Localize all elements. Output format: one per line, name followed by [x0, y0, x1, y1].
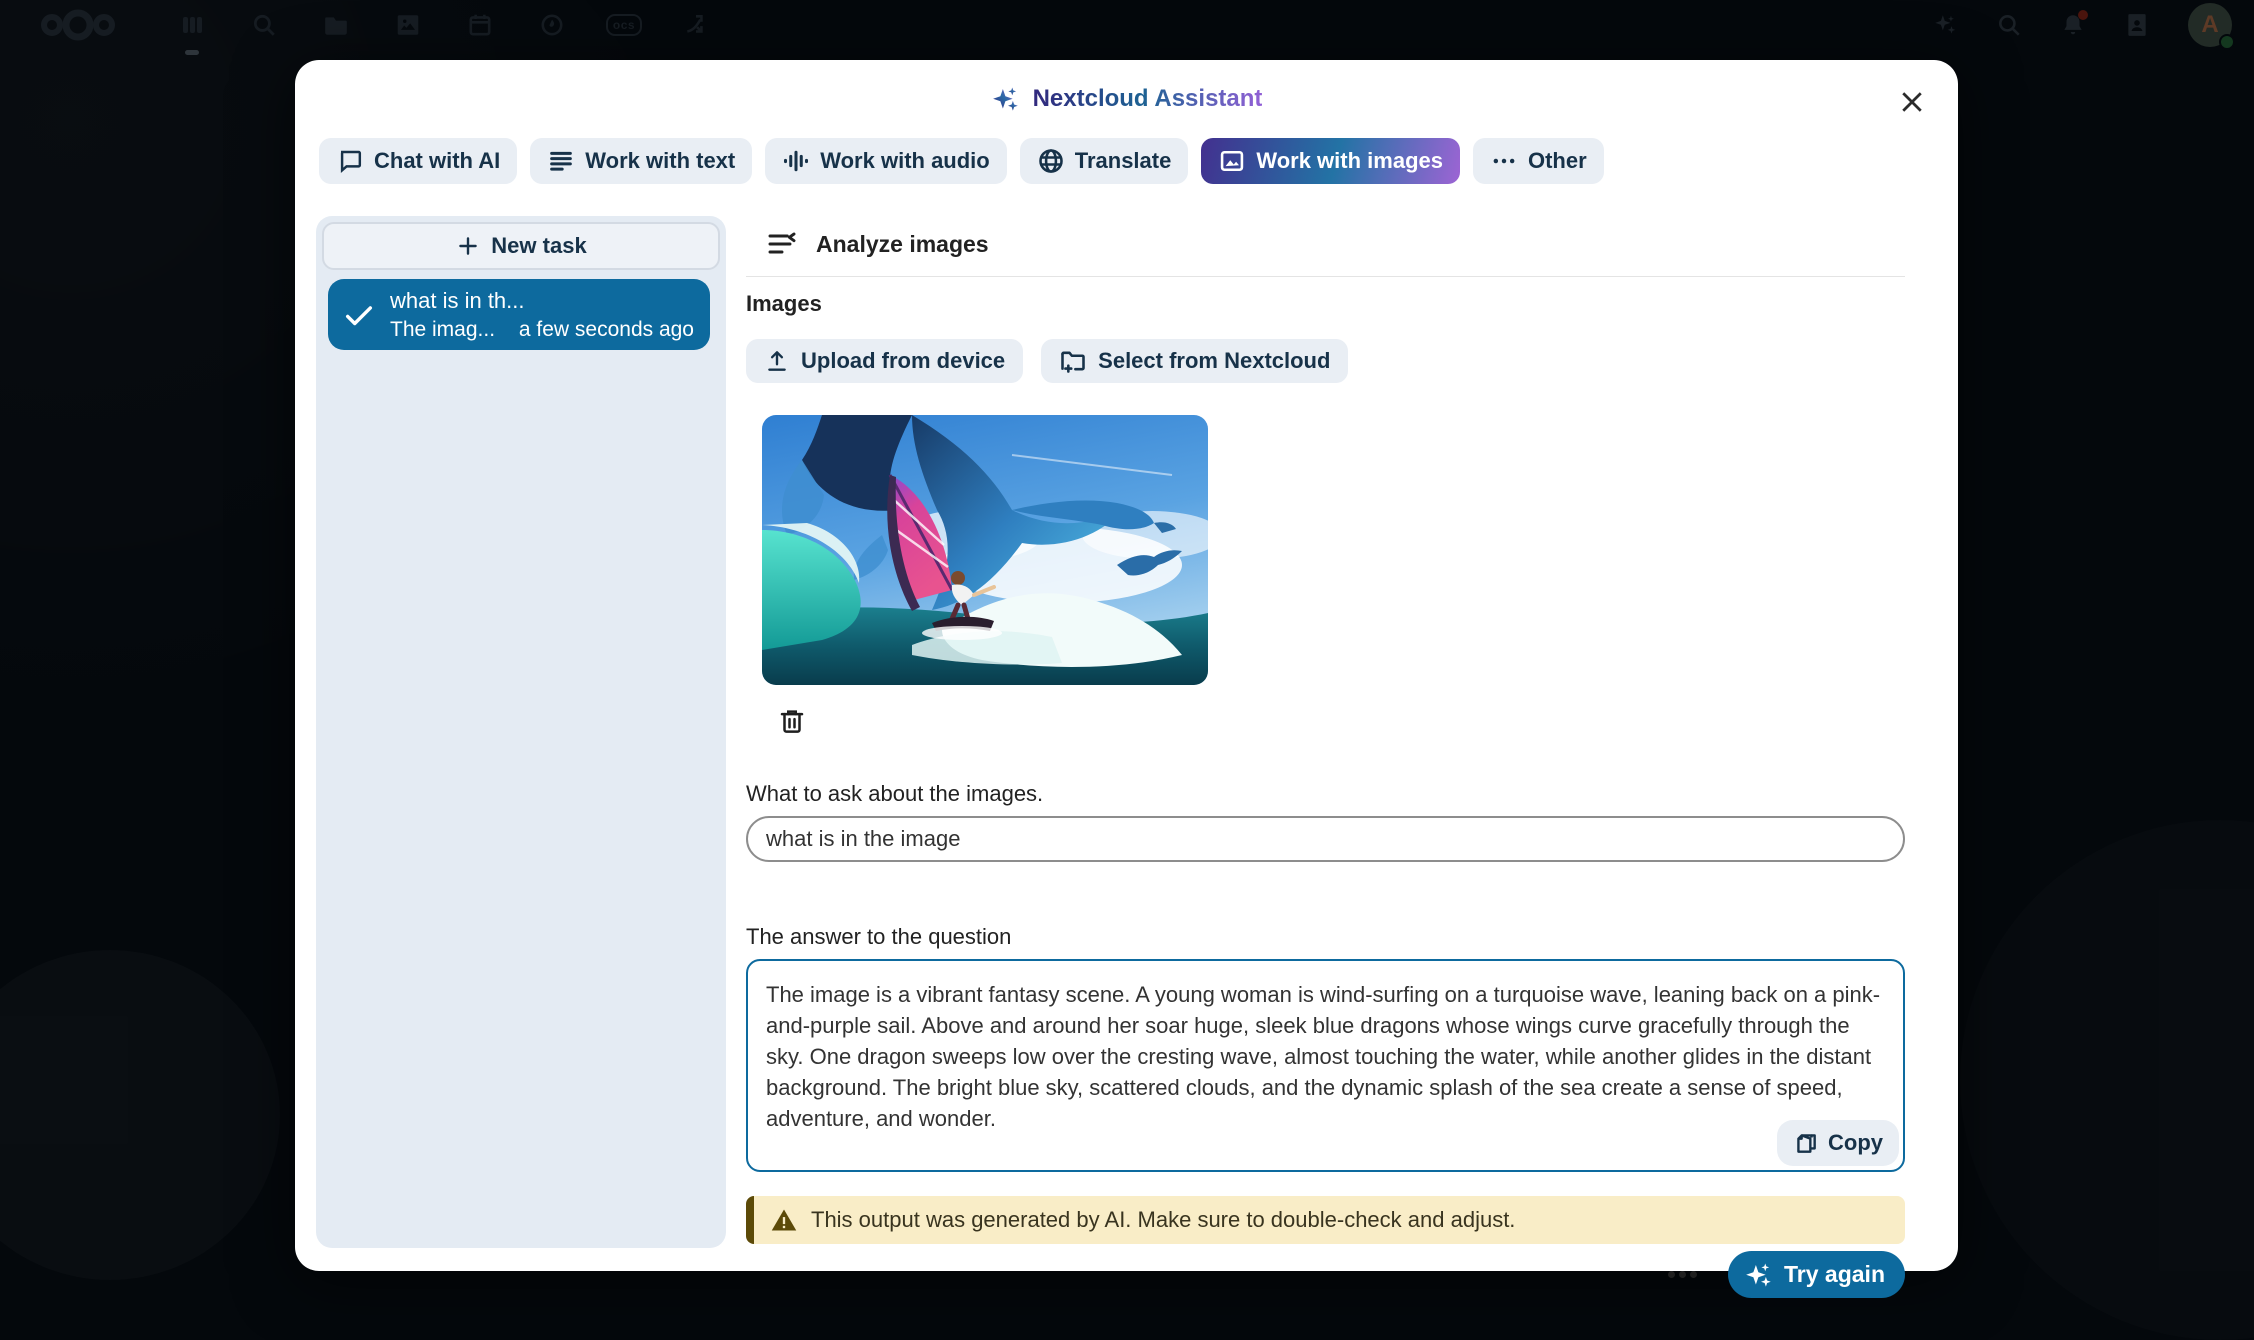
close-icon[interactable]	[1892, 82, 1932, 122]
folder-plus-icon	[1059, 347, 1087, 375]
avatar[interactable]: A	[2188, 3, 2232, 47]
task-subtitle: The imag...	[390, 316, 495, 344]
tab-label: Work with images	[1256, 148, 1443, 174]
contacts-icon[interactable]	[2124, 12, 2150, 38]
dashboard-grid-icon[interactable]	[178, 11, 206, 39]
tab-translate[interactable]: Translate	[1020, 138, 1189, 184]
try-again-label: Try again	[1784, 1261, 1885, 1288]
upload-from-device-button[interactable]: Upload from device	[746, 339, 1023, 383]
task-content-panel: Analyze images Images Upload from device	[746, 216, 1905, 1298]
ocs-badge-icon[interactable]: ocs	[610, 11, 638, 39]
top-header-bar: ocs	[0, 0, 2254, 50]
warning-text: This output was generated by AI. Make su…	[811, 1207, 1515, 1233]
task-history-sidebar: New task what is in th... The imag... a …	[316, 216, 726, 1248]
image-icon	[1218, 147, 1246, 175]
tab-chat-with-ai[interactable]: Chat with AI	[319, 138, 517, 184]
tab-label: Translate	[1075, 148, 1172, 174]
ai-warning-banner: This output was generated by AI. Make su…	[746, 1196, 1905, 1244]
answer-output-box[interactable]: The image is a vibrant fantasy scene. A …	[746, 959, 1905, 1172]
dialog-title: Nextcloud Assistant	[991, 84, 1263, 114]
copy-icon	[1793, 1130, 1819, 1156]
task-list-item[interactable]: what is in th... The imag... a few secon…	[328, 279, 710, 350]
calendar-icon[interactable]	[466, 11, 494, 39]
notifications-bell-icon[interactable]	[2060, 12, 2086, 38]
images-label: Images	[746, 291, 1905, 317]
dialog-header: Nextcloud Assistant	[295, 60, 1958, 138]
new-task-label: New task	[491, 233, 586, 259]
assistant-sparkle-icon	[991, 84, 1021, 114]
share-icon[interactable]	[682, 11, 710, 39]
task-title: what is in th...	[390, 286, 694, 316]
dialog-title-text: Nextcloud Assistant	[1033, 85, 1263, 113]
more-options-icon[interactable]	[1660, 1253, 1704, 1297]
avatar-letter: A	[2201, 11, 2218, 39]
delete-image-icon[interactable]	[772, 701, 812, 741]
background-circle	[0, 950, 280, 1280]
question-label: What to ask about the images.	[746, 781, 1905, 807]
notification-dot	[2078, 10, 2088, 20]
avatar-status-badge	[2219, 34, 2235, 50]
search-icon[interactable]	[250, 11, 278, 39]
tab-other[interactable]: Other	[1473, 138, 1604, 184]
tab-label: Chat with AI	[374, 148, 500, 174]
tab-work-with-audio[interactable]: Work with audio	[765, 138, 1006, 184]
select-from-nextcloud-button[interactable]: Select from Nextcloud	[1041, 339, 1348, 383]
question-input[interactable]	[746, 816, 1905, 862]
section-title: Analyze images	[816, 231, 989, 258]
select-label: Select from Nextcloud	[1098, 348, 1330, 374]
background-circle	[1960, 820, 2254, 1340]
tab-work-with-images[interactable]: Work with images	[1201, 138, 1460, 184]
copy-label: Copy	[1828, 1130, 1883, 1156]
upload-icon	[764, 348, 790, 374]
answer-text: The image is a vibrant fantasy scene. A …	[748, 961, 1903, 1134]
waveform-icon	[782, 147, 810, 175]
globe-icon	[1037, 147, 1065, 175]
copy-button[interactable]: Copy	[1777, 1120, 1899, 1166]
nextcloud-logo-icon[interactable]	[40, 8, 116, 42]
assistant-sparkle-icon[interactable]	[1932, 12, 1958, 38]
try-again-button[interactable]: Try again	[1728, 1251, 1905, 1298]
tab-label: Work with audio	[820, 148, 989, 174]
active-app-indicator	[185, 50, 199, 55]
answer-label: The answer to the question	[746, 924, 1905, 950]
assistant-dialog: Nextcloud Assistant Chat with AI Work wi…	[295, 60, 1958, 1271]
tab-work-with-text[interactable]: Work with text	[530, 138, 752, 184]
upload-label: Upload from device	[801, 348, 1005, 374]
tab-label: Other	[1528, 148, 1587, 174]
task-category-tabs: Chat with AI Work with text Work with au…	[319, 138, 1958, 184]
photos-icon[interactable]	[394, 11, 422, 39]
chat-icon	[336, 147, 364, 175]
uploaded-image-thumbnail[interactable]	[762, 415, 1208, 685]
text-lines-icon	[547, 147, 575, 175]
plus-icon	[455, 233, 481, 259]
activity-icon[interactable]	[538, 11, 566, 39]
task-timestamp: a few seconds ago	[519, 316, 694, 344]
sparkle-icon	[1744, 1260, 1774, 1290]
tab-label: Work with text	[585, 148, 735, 174]
check-icon	[342, 298, 376, 332]
new-task-button[interactable]: New task	[322, 222, 720, 270]
warning-icon	[770, 1206, 798, 1234]
analyze-prompt-icon	[766, 228, 798, 260]
files-folder-icon[interactable]	[322, 11, 350, 39]
ellipsis-icon	[1490, 147, 1518, 175]
divider	[746, 276, 1905, 277]
unified-search-icon[interactable]	[1996, 12, 2022, 38]
